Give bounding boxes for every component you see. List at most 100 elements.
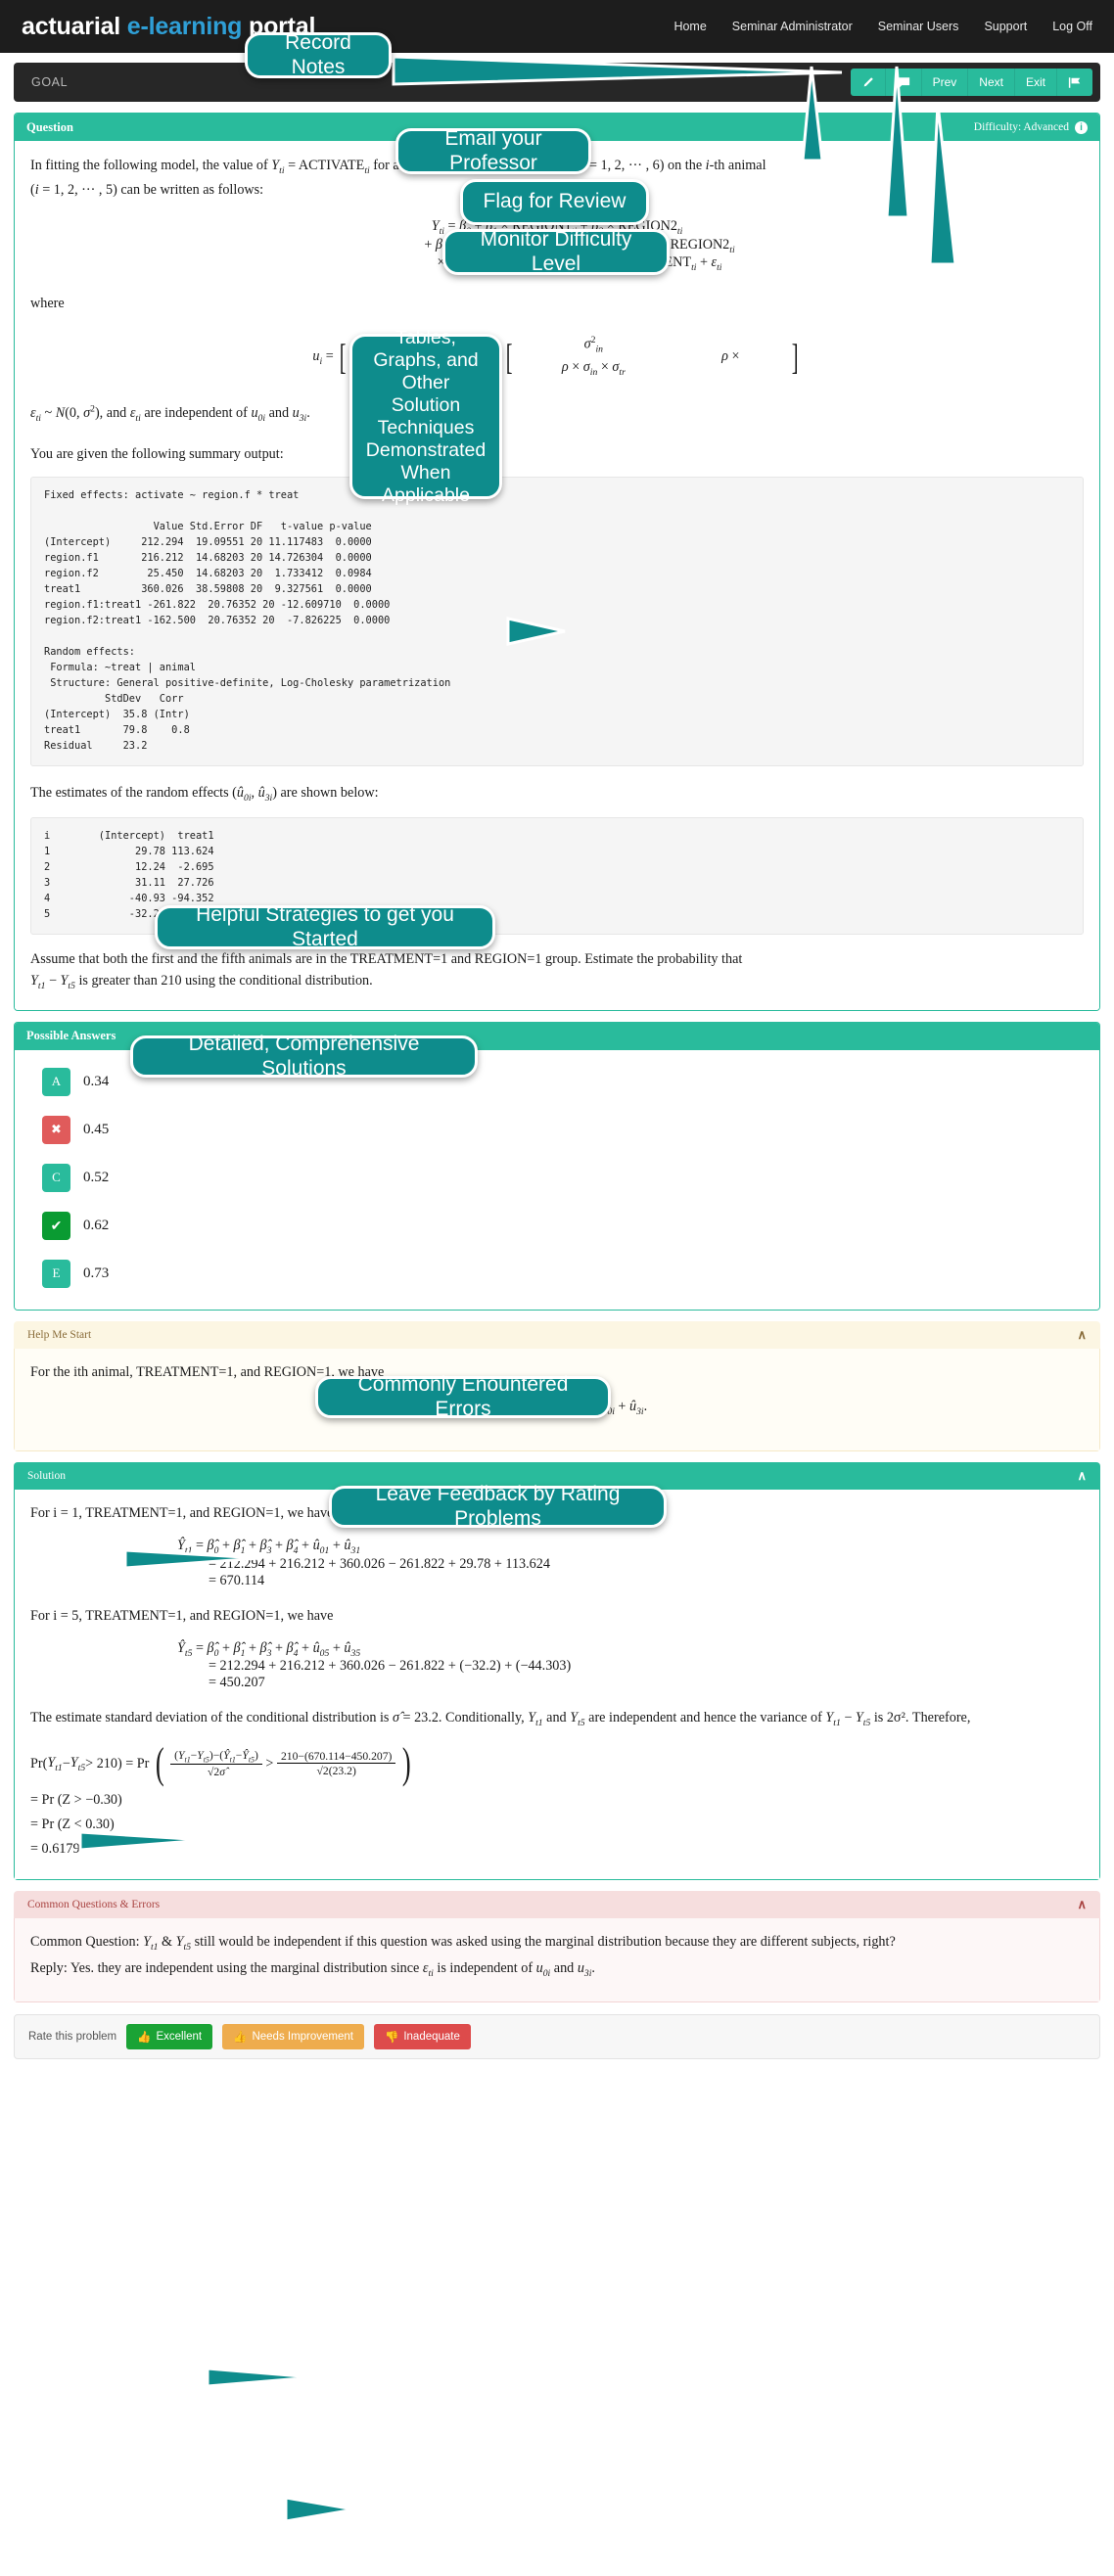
question-intro-e: can be written as follows: bbox=[116, 181, 264, 198]
rate-inadequate-label: Inadequate bbox=[403, 2031, 460, 2044]
rate-needs-improvement-label: Needs Improvement bbox=[252, 2031, 353, 2044]
common-question-prefix: Common Question: bbox=[30, 1934, 144, 1951]
callout-helpful-strategies: Helpful Strategies to get you Started bbox=[155, 903, 495, 950]
epsilon-distribution-line: εti ~ N(0, σ2), and εti are independent … bbox=[30, 402, 310, 424]
random-effects-intro-text: The estimates of the random effects bbox=[30, 784, 233, 801]
solution-sigma-text-b: . Conditionally, bbox=[438, 1710, 529, 1726]
answer-badge-c[interactable]: C bbox=[42, 1163, 70, 1192]
chevron-up-icon-hint[interactable]: ∧ bbox=[1077, 1327, 1087, 1343]
possible-answers-body: A 0.34 ✖ 0.45 C 0.52 ✔ 0.62 E 0.73 bbox=[15, 1049, 1099, 1310]
question-intro-d: -th animal bbox=[709, 158, 766, 173]
next-button[interactable]: Next bbox=[968, 69, 1015, 96]
common-questions-errors-section: Common Questions & Errors ∧ Common Quest… bbox=[14, 1891, 1100, 2003]
chevron-up-icon-cqe[interactable]: ∧ bbox=[1077, 1897, 1087, 1912]
question-closing-line-1: Assume that both the first and the fifth… bbox=[30, 951, 743, 968]
help-me-start-title: Help Me Start bbox=[27, 1328, 92, 1341]
solution-step-1: = Pr (Z > −0.30) bbox=[30, 1792, 122, 1809]
solution-equation-2-result: = 450.207 bbox=[209, 1675, 265, 1691]
solution-equation-2-values: = 212.294 + 216.212 + 360.026 − 261.822 … bbox=[209, 1658, 572, 1675]
flag-for-review-button[interactable] bbox=[1057, 69, 1092, 96]
nav-link-seminar-administrator[interactable]: Seminar Administrator bbox=[732, 20, 853, 33]
callout-detailed-solutions: Detailed, Comprehensive Solutions bbox=[130, 1033, 478, 1080]
random-effects-estimates-intro: The estimates of the random effects (û0i… bbox=[30, 784, 379, 804]
answer-value-d: 0.62 bbox=[83, 1217, 110, 1233]
nav-link-seminar-users[interactable]: Seminar Users bbox=[878, 20, 959, 33]
rate-inadequate-button[interactable]: 👎 Inadequate bbox=[374, 2024, 471, 2050]
callout-email-professor: Email your Professor bbox=[395, 127, 591, 174]
solution-equation-1-values: = 212.294 + 216.212 + 360.026 − 261.822 … bbox=[209, 1555, 550, 1572]
common-question-reply: Reply: Yes. they are independent using t… bbox=[30, 1960, 595, 1980]
question-intro-c: on the bbox=[664, 158, 706, 173]
solution-equation-2: Ŷt5 = β̂0 + β̂1 + β̂3 + β̂4 + û05 + û35 … bbox=[177, 1640, 1084, 1692]
probability-denominator: √2(23.2) bbox=[316, 1765, 356, 1778]
pointer-tables-graphs bbox=[504, 607, 573, 656]
pointer-common-errors bbox=[204, 2357, 321, 2400]
answer-badge-d-correct-icon[interactable]: ✔ bbox=[42, 1211, 70, 1240]
callout-monitor-difficulty: Monitor Difficulty Level bbox=[442, 228, 670, 275]
solution-line-2: For i = 5, TREATMENT=1, and REGION=1, we… bbox=[30, 1607, 334, 1624]
solution-equation-1: Ŷt1 = β̂0 + β̂1 + β̂3 + β̂4 + û01 + û31 … bbox=[177, 1538, 1084, 1589]
goal-label: GOAL bbox=[31, 75, 69, 89]
main-nav-links: Home Seminar Administrator Seminar Users… bbox=[673, 20, 1096, 33]
chevron-up-icon-solution[interactable]: ∧ bbox=[1077, 1468, 1087, 1484]
nav-link-log-off[interactable]: Log Off bbox=[1052, 20, 1092, 33]
rate-this-problem-label: Rate this problem bbox=[28, 2031, 117, 2044]
thumbs-up-outline-icon: 👍 bbox=[233, 2032, 248, 2045]
random-effects-distribution-equation: ui = [u0iu3i] ~ N(0, D), D = [σ2inρ × σi… bbox=[312, 335, 799, 379]
solution-equation-1-result: = 670.114 bbox=[209, 1572, 265, 1588]
solution-sigma-text-c: are independent and hence the variance o… bbox=[584, 1710, 826, 1726]
answer-badge-a[interactable]: A bbox=[42, 1067, 70, 1096]
answer-value-c: 0.52 bbox=[83, 1169, 110, 1185]
common-questions-errors-title: Common Questions & Errors bbox=[27, 1899, 161, 1911]
solution-sigma-paragraph: The estimate standard deviation of the c… bbox=[30, 1710, 971, 1729]
common-questions-errors-header[interactable]: Common Questions & Errors ∧ bbox=[14, 1891, 1100, 1919]
summary-output-intro: You are given the following summary outp… bbox=[30, 446, 284, 463]
where-label: where bbox=[30, 296, 65, 312]
question-closing-line-2: is greater than 210 using the conditiona… bbox=[74, 973, 373, 989]
exit-button[interactable]: Exit bbox=[1014, 69, 1057, 96]
pointer-detailed-solutions bbox=[76, 1818, 213, 1863]
rate-needs-improvement-button[interactable]: 👍 Needs Improvement bbox=[222, 2024, 364, 2050]
thumbs-up-icon: 👍 bbox=[137, 2032, 152, 2045]
callout-tables-graphs: Tables, Graphs, and Other Solution Techn… bbox=[349, 327, 502, 506]
solution-sigma-text-a: The estimate standard deviation of the c… bbox=[30, 1710, 393, 1726]
common-question-text: Common Question: Yt1 & Yt5 still would b… bbox=[30, 1934, 896, 1954]
answer-option-b[interactable]: ✖ 0.45 bbox=[42, 1115, 1084, 1144]
solution-probability-equation: Pr(Yt1 − Yt5 > 210) = Pr ( (Yt1−Yt5)−(Ŷt… bbox=[30, 1739, 411, 1788]
solution-title: Solution bbox=[27, 1469, 66, 1482]
nav-link-support[interactable]: Support bbox=[984, 20, 1027, 33]
question-panel-title: Question bbox=[26, 119, 73, 134]
answer-value-e: 0.73 bbox=[83, 1265, 110, 1281]
pointer-email-professor bbox=[775, 59, 844, 166]
rating-bar: Rate this problem 👍 Excellent 👍 Needs Impr… bbox=[14, 2014, 1100, 2060]
help-me-start-header[interactable]: Help Me Start ∧ bbox=[14, 1320, 1100, 1349]
possible-answers-title: Possible Answers bbox=[26, 1029, 116, 1043]
probability-numerator: 210−(670.114−450.207) bbox=[276, 1750, 396, 1765]
pointer-monitor-difficulty bbox=[901, 98, 1008, 274]
common-question-body: still would be independent if this quest… bbox=[191, 1934, 896, 1951]
flag-icon bbox=[1068, 76, 1082, 89]
info-icon[interactable]: i bbox=[1075, 120, 1088, 134]
answer-option-c[interactable]: C 0.52 bbox=[42, 1163, 1084, 1192]
answer-value-b: 0.45 bbox=[83, 1121, 110, 1137]
answer-badge-e[interactable]: E bbox=[42, 1259, 70, 1288]
answer-option-e[interactable]: E 0.73 bbox=[42, 1259, 1084, 1288]
question-closing-paragraph: Assume that both the first and the fifth… bbox=[30, 951, 743, 991]
callout-flag-for-review: Flag for Review bbox=[460, 179, 649, 225]
rate-excellent-button[interactable]: 👍 Excellent bbox=[126, 2024, 213, 2050]
answer-option-d[interactable]: ✔ 0.62 bbox=[42, 1211, 1084, 1240]
brand-part-2: e-learning bbox=[126, 12, 243, 40]
callout-record-notes: Record Notes bbox=[245, 31, 392, 78]
callout-common-errors: Commonly Enountered Errors bbox=[315, 1373, 611, 1420]
thumbs-down-icon: 👎 bbox=[385, 2032, 399, 2045]
epsilon-line-text: are independent of bbox=[140, 404, 252, 421]
pointer-leave-feedback bbox=[282, 2488, 360, 2531]
nav-link-home[interactable]: Home bbox=[673, 20, 706, 33]
brand-part-1: actuarial bbox=[22, 12, 127, 40]
random-effects-intro-tail: are shown below: bbox=[276, 784, 379, 801]
question-intro-a: In fitting the following model, the valu… bbox=[30, 158, 272, 173]
answer-badge-b-incorrect-icon[interactable]: ✖ bbox=[42, 1115, 70, 1144]
callout-leave-feedback: Leave Feedback by Rating Problems bbox=[329, 1483, 667, 1530]
common-questions-errors-body: Common Question: Yt1 & Yt5 still would b… bbox=[14, 1918, 1100, 2003]
solution-sigma-text-d: is 2σ². Therefore, bbox=[870, 1710, 971, 1726]
